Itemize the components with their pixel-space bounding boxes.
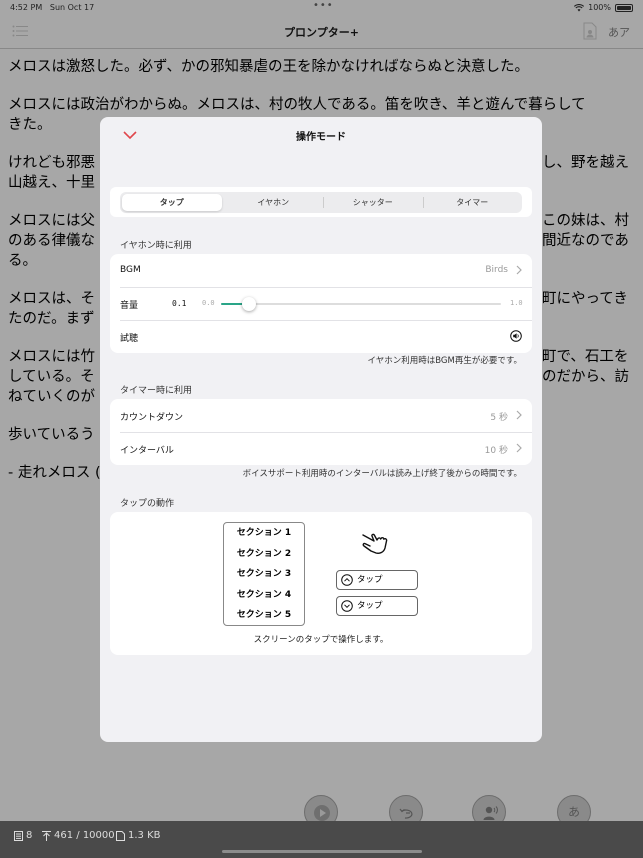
- status-bar: 4:52 PM Sun Oct 17 ••• 100%: [0, 0, 643, 14]
- volume-slider-thumb[interactable]: [242, 297, 256, 311]
- bgm-label: BGM: [120, 265, 141, 275]
- tap-up-button: タップ: [336, 570, 418, 590]
- arrow-up-to-top-icon: [42, 830, 51, 841]
- scroll-position: 461 / 10000: [42, 830, 115, 841]
- bgm-row[interactable]: BGM Birds: [110, 254, 532, 287]
- preview-label: 試聴: [120, 334, 139, 344]
- play-icon: [314, 805, 330, 821]
- wifi-icon: [574, 3, 585, 11]
- battery-icon: [615, 3, 633, 12]
- swipe-gesture-icon: [399, 808, 413, 819]
- paragraph: し、野を越え: [542, 155, 629, 171]
- font-button[interactable]: あア: [608, 24, 630, 40]
- nav-bar: プロンプター+ あア: [0, 14, 643, 48]
- font-glyph: あ: [567, 805, 580, 819]
- tab-timer[interactable]: タイマー: [422, 192, 523, 213]
- list-item: セクション 1: [236, 528, 292, 538]
- multitask-dots[interactable]: •••: [313, 0, 334, 11]
- countdown-label: カウントダウン: [120, 413, 184, 423]
- tab-earphone[interactable]: イヤホン: [224, 192, 324, 213]
- chevron-right-icon: [516, 410, 522, 420]
- tap-up-label: タップ: [357, 575, 383, 585]
- volume-value: 0.1: [172, 299, 187, 308]
- preview-row[interactable]: 試聴: [110, 320, 532, 353]
- paragraph: 町で、石工を: [542, 349, 629, 365]
- list-item: セクション 5: [236, 610, 292, 620]
- chevron-down-circle-icon: [341, 600, 353, 612]
- file-size: 1.3 KB: [116, 830, 161, 841]
- paragraph: のだから、訪: [542, 369, 629, 385]
- interval-value: 10 秒: [484, 446, 508, 456]
- tap-caption: スクリーンのタップで操作します。: [253, 635, 389, 645]
- countdown-value: 5 秒: [490, 413, 508, 423]
- mode-segmented-control: タップ イヤホン シャッター タイマー: [120, 192, 522, 213]
- interval-label: インターバル: [120, 446, 174, 456]
- chevron-right-icon: [516, 443, 522, 453]
- list-item: セクション 2: [236, 548, 292, 559]
- battery-percent: 100%: [588, 3, 611, 12]
- volume-max: 1.0: [510, 299, 523, 307]
- section-list-icon: [14, 830, 23, 841]
- speaking-person-icon: [483, 806, 498, 820]
- interval-row[interactable]: インターバル 10 秒: [110, 432, 532, 465]
- chevron-right-icon: [516, 265, 522, 275]
- section-count: 8: [14, 830, 32, 841]
- operation-mode-sheet: 操作モード タップ イヤホン シャッター タイマー イヤホン時に利用 BGM B…: [100, 117, 542, 742]
- volume-label: 音量: [120, 301, 139, 311]
- sheet-header: 操作モード: [100, 117, 542, 157]
- document-user-icon[interactable]: [583, 22, 597, 40]
- home-indicator: [222, 850, 422, 853]
- chevron-up-circle-icon: [341, 574, 353, 586]
- volume-slider[interactable]: [221, 297, 501, 311]
- timer-section-label: タイマー時に利用: [120, 386, 193, 396]
- timer-footnote: ボイスサポート利用時のインターバルは読み上げ終了後からの時間です。: [242, 469, 522, 479]
- earphone-section-label: イヤホン時に利用: [120, 241, 192, 251]
- status-time: 4:52 PM Sun Oct 17: [10, 3, 95, 12]
- bgm-value: Birds: [485, 265, 508, 275]
- tap-down-button: タップ: [336, 596, 418, 616]
- document-icon: [116, 830, 125, 841]
- earphone-settings-group: BGM Birds 音量 0.1 0.0 1.0 試聴: [110, 254, 532, 353]
- paragraph: メロスは激怒した。必ず、かの邪知暴虐の王を除かなければならぬと決意した。: [8, 59, 529, 75]
- volume-row: 音量 0.1 0.0 1.0: [110, 287, 532, 320]
- paragraph: この妹は、村: [542, 213, 629, 229]
- tap-section-label: タップの動作: [120, 499, 175, 509]
- paragraph: 町にやってき: [542, 291, 628, 307]
- timer-settings-group: カウントダウン 5 秒 インターバル 10 秒: [110, 399, 532, 465]
- list-item: セクション 4: [236, 589, 292, 600]
- tab-tap[interactable]: タップ: [122, 194, 222, 211]
- list-item: セクション 3: [236, 569, 292, 579]
- app-title: プロンプター+: [284, 26, 359, 39]
- countdown-row[interactable]: カウントダウン 5 秒: [110, 399, 532, 432]
- volume-min: 0.0: [202, 299, 215, 307]
- sheet-title: 操作モード: [296, 132, 346, 143]
- mode-segment-container: タップ イヤホン シャッター タイマー: [110, 187, 532, 217]
- tap-down-label: タップ: [357, 601, 383, 611]
- earphone-footnote: イヤホン利用時はBGM再生が必要です。: [367, 356, 523, 366]
- tab-shutter[interactable]: シャッター: [323, 192, 423, 213]
- paragraph: 間近なのであ: [542, 233, 629, 249]
- speaker-icon[interactable]: [510, 330, 522, 342]
- section-list: セクション 1 セクション 2 セクション 3 セクション 4 セクション 5: [223, 522, 305, 626]
- pointing-hand-icon: [362, 533, 388, 554]
- status-right: 100%: [574, 3, 633, 12]
- tap-action-illustration: セクション 1 セクション 2 セクション 3 セクション 4 セクション 5 …: [110, 512, 532, 655]
